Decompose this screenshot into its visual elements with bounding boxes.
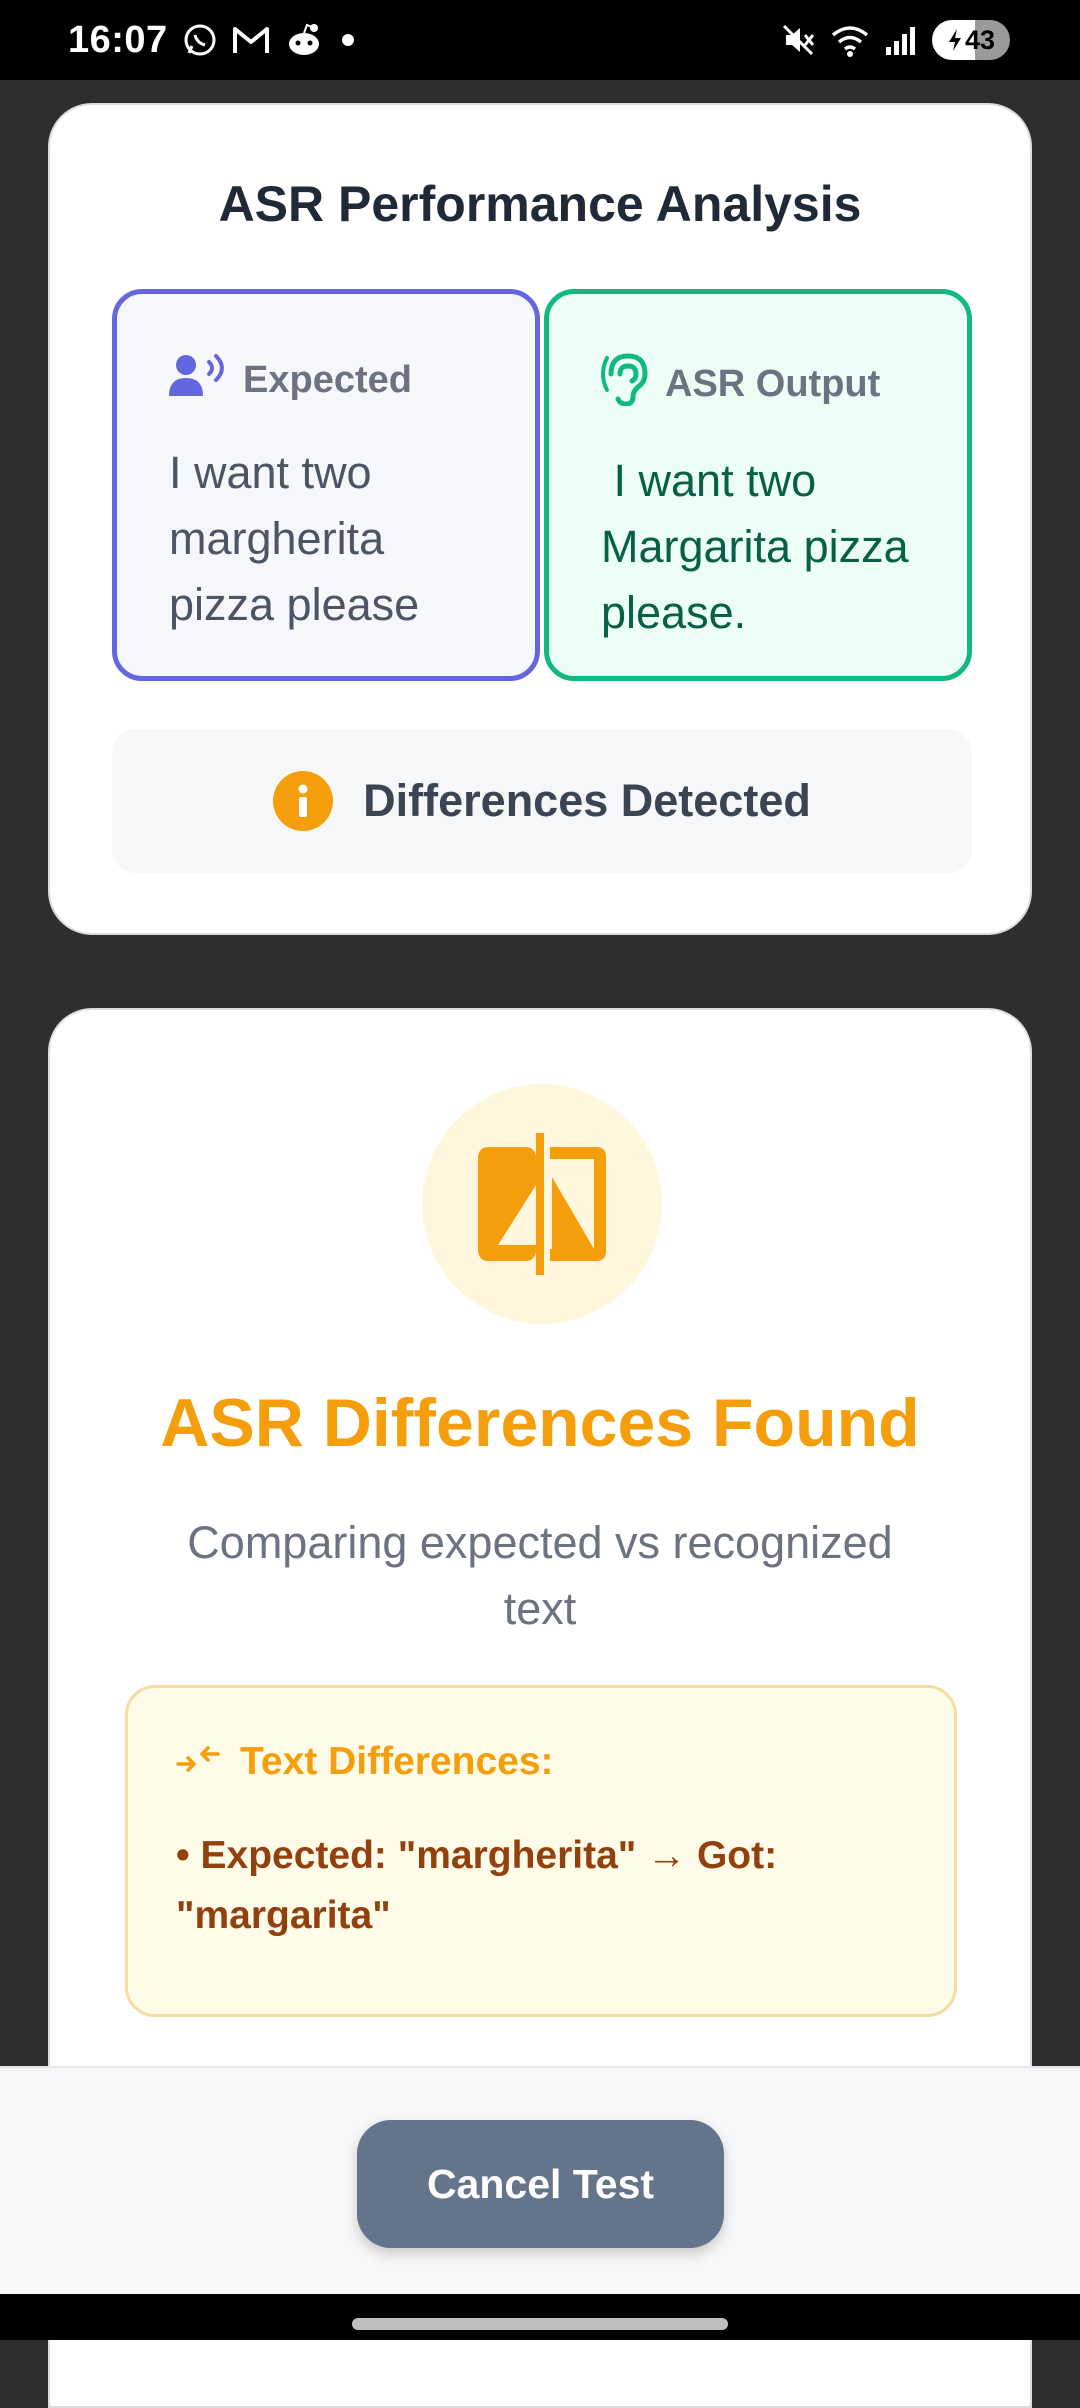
status-time: 16:07	[68, 18, 168, 61]
difference-item: • Expected: "margherita" → Got: "margari…	[176, 1834, 778, 1937]
battery-icon: 43	[932, 20, 1010, 60]
status-right: 43	[780, 20, 1010, 60]
expected-header: Expected	[169, 352, 501, 408]
text-differences-header: Text Differences:	[176, 1740, 906, 1784]
text-differences-panel: Text Differences: • Expected: "margherit…	[125, 1685, 957, 2017]
result-title: ASR Differences Found	[160, 1385, 920, 1461]
status-left: 16:07	[68, 19, 358, 62]
navigation-bar	[0, 2294, 1080, 2340]
wifi-icon	[830, 22, 870, 58]
differences-banner: Differences Detected	[112, 729, 972, 873]
cancel-test-button[interactable]: Cancel Test	[357, 2120, 724, 2248]
speaking-person-icon	[169, 352, 227, 408]
expected-label: Expected	[243, 358, 412, 401]
asr-output-box: ASR Output I want two Margarita pizza pl…	[544, 289, 972, 681]
merge-arrows-icon	[176, 1740, 220, 1784]
asr-output-text: I want two Margarita pizza please.	[601, 455, 922, 638]
whatsapp-icon	[182, 22, 218, 58]
dot-icon	[338, 30, 358, 50]
signal-icon	[884, 23, 918, 57]
battery-level: 43	[964, 24, 996, 55]
expected-text: I want two margherita pizza please	[169, 447, 420, 630]
analysis-title: ASR Performance Analysis	[218, 176, 862, 232]
expected-box: Expected I want two margherita pizza ple…	[112, 289, 540, 681]
result-subtitle: Comparing expected vs recognized text	[187, 1517, 893, 1634]
asr-output-header: ASR Output	[601, 352, 933, 416]
bottom-action-bar: Cancel Test	[0, 2066, 1080, 2294]
text-differences-heading: Text Differences:	[240, 1740, 554, 1783]
analysis-card: ASR Performance Analysis Expected I want…	[48, 103, 1032, 935]
ear-icon	[601, 352, 649, 416]
home-gesture-handle[interactable]	[352, 2318, 728, 2330]
asr-output-label: ASR Output	[665, 362, 881, 405]
differences-banner-label: Differences Detected	[363, 775, 811, 826]
reddit-icon	[284, 22, 324, 58]
compare-icon	[422, 1084, 662, 1324]
info-icon	[273, 771, 334, 831]
mute-icon	[780, 22, 816, 58]
status-bar: 16:07 43	[0, 0, 1080, 80]
gmail-icon	[232, 24, 270, 56]
